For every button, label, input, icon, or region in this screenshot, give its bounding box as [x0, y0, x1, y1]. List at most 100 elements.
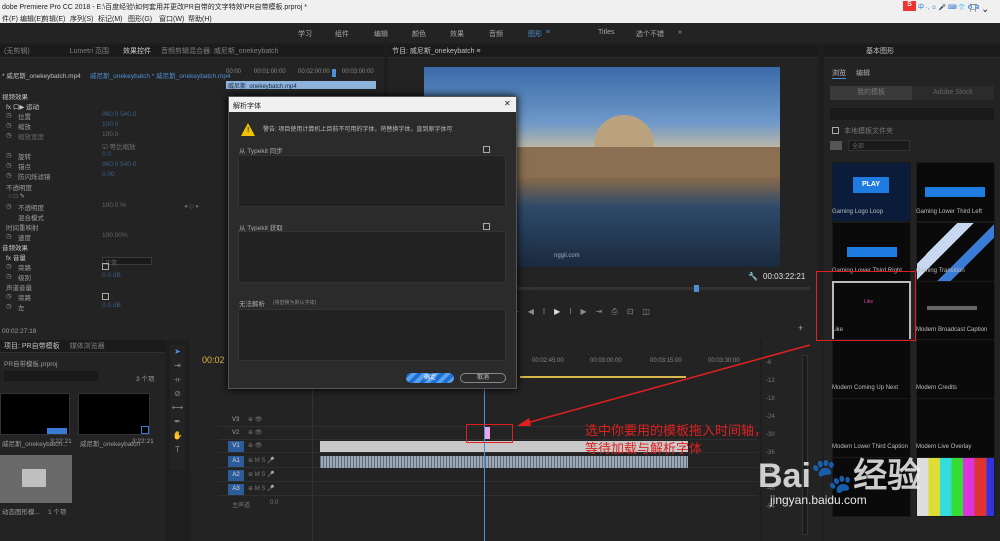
ws-audio[interactable]: 音频 [489, 29, 503, 39]
typekit-get-list[interactable] [238, 231, 506, 283]
template-search-input[interactable] [830, 108, 994, 120]
cancel-button[interactable]: 取消 [460, 373, 506, 383]
ec-rotation-value[interactable]: 0.0 [102, 151, 111, 161]
tab-audio-mixer[interactable]: 音频剪辑混合器: 威尼斯_onekeybatch [161, 46, 278, 56]
tab-edit[interactable]: 编辑 [856, 68, 870, 78]
ws-learn[interactable]: 学习 [298, 29, 312, 39]
template-name: Gaming Transition [916, 268, 965, 274]
ec-stopwatch-icon[interactable]: ◷ [6, 262, 12, 272]
ec-speed-value[interactable]: 100.00% [102, 232, 128, 242]
project-search-input[interactable] [4, 371, 98, 381]
ec-opacity-group[interactable]: 不透明度 [6, 182, 32, 192]
ws-graphics-menu-icon[interactable]: ≡ [546, 29, 550, 36]
project-clip-thumb[interactable] [0, 393, 70, 435]
razor-tool-icon[interactable]: ⊘ [170, 387, 185, 401]
ec-stopwatch-icon[interactable]: ◷ [6, 111, 12, 121]
ec-bypass-checkbox[interactable] [102, 263, 109, 270]
ec-uniform-scale[interactable]: ☑ 等比缩放 [102, 141, 136, 151]
ws-custom[interactable]: 选个不错 [636, 29, 664, 39]
ec-anchor-value[interactable]: 960.0 540.0 [102, 161, 136, 171]
ec-stopwatch-icon[interactable]: ◷ [6, 171, 12, 181]
ec-keyframe-nav[interactable]: ◂ ◇ ▸ [184, 202, 199, 212]
ws-color[interactable]: 颜色 [412, 29, 426, 39]
local-folder-checkbox[interactable] [832, 127, 839, 134]
tab-no-clip[interactable]: (无剪辑) [4, 46, 30, 56]
typekit-sync-checkbox[interactable] [483, 146, 490, 153]
ec-scale-label: 缩放 [18, 124, 31, 131]
typekit-sync-list[interactable] [238, 155, 506, 207]
add-button-icon[interactable]: + [798, 323, 803, 333]
ok-button[interactable]: 确定 [406, 373, 454, 383]
track-lock-eye-icons[interactable]: ⊕ 👁 [248, 429, 262, 436]
tab-program[interactable]: 节目: 威尼斯_onekeybatch ≡ [392, 46, 481, 56]
wrench-icon[interactable]: 🔧 [748, 272, 758, 281]
ec-time-ruler[interactable]: 00:00 00:01:00:00 00:02:00:00 00:03:00:0… [224, 69, 380, 79]
ec-stopwatch-icon[interactable]: ◷ [6, 232, 12, 242]
ec-sequence-name[interactable]: 威尼斯_onekeybatch * 威尼斯_onekeybatch.mp4 [90, 70, 231, 80]
unresolved-list[interactable] [238, 309, 506, 361]
ec-stopwatch-icon[interactable]: ◷ [6, 131, 12, 141]
tab-effect-controls[interactable]: 效果控件 [123, 46, 151, 56]
ripple-edit-tool-icon[interactable]: ⟛ [170, 373, 185, 387]
ec-scale-width-value[interactable]: 100.0 [102, 131, 118, 141]
ec-bypass2-checkbox[interactable] [102, 293, 109, 300]
track-lock-eye-icons[interactable]: ⊕ 👁 [248, 442, 262, 449]
program-playhead[interactable] [694, 285, 699, 292]
track-select-tool-icon[interactable]: ⇥ [170, 359, 185, 373]
pen-tool-icon[interactable]: ✒ [170, 415, 185, 429]
project-bin-thumb[interactable] [0, 455, 72, 503]
ec-playhead[interactable] [332, 69, 336, 77]
tab-browse[interactable]: 浏览 [832, 68, 846, 79]
ws-editing[interactable]: 编辑 [374, 29, 388, 39]
close-icon[interactable]: ✕ [504, 99, 511, 108]
master-track-value[interactable]: 0.0 [270, 500, 278, 506]
ws-graphics[interactable]: 图形 [528, 29, 542, 39]
ec-stopwatch-icon[interactable]: ◷ [6, 161, 12, 171]
ec-stopwatch-icon[interactable]: ◷ [6, 292, 12, 302]
dialog-titlebar: 解析字体 ✕ [229, 97, 516, 112]
ec-stopwatch-icon[interactable]: ◷ [6, 272, 12, 282]
ec-antiflicker-value[interactable]: 0.00 [102, 171, 115, 181]
transport-controls[interactable]: ⇤◀I▶I▶⇥⎙⊡◫ [512, 307, 659, 317]
ime-badge[interactable]: S [903, 1, 916, 11]
ws-more-icon[interactable]: » [678, 29, 682, 36]
ec-stopwatch-icon[interactable]: ◷ [6, 202, 12, 212]
tab-project[interactable]: 项目: PR自带模板 [4, 341, 60, 351]
tab-essential-graphics[interactable]: 基本图形 [866, 46, 894, 56]
tab-media-browser[interactable]: 媒体浏览器 [70, 341, 105, 351]
track-lock-eye-icons[interactable]: ⊕ 👁 [248, 416, 262, 423]
project-sequence-thumb[interactable] [78, 393, 150, 435]
tab-lumetri-scopes[interactable]: Lumetri 范围 [70, 46, 109, 56]
ec-channel-volume[interactable]: 声道音量 [6, 282, 32, 292]
unresolved-label: 无法解析 [239, 301, 265, 308]
ec-blend-dropdown[interactable]: 正常 [102, 257, 152, 267]
ec-motion[interactable]: fx 口▶ 运动 [6, 101, 39, 111]
ec-scale-value[interactable]: 100.0 [102, 121, 118, 131]
track-mute-solo-icons[interactable]: ⊕ M S 🎤 [248, 471, 275, 478]
adobe-stock-button[interactable]: Adobe Stock [912, 86, 994, 100]
typekit-get-checkbox[interactable] [483, 223, 490, 230]
ec-mask-tools[interactable]: ○ □ ✎ [8, 192, 25, 202]
type-tool-icon[interactable]: T [170, 443, 185, 457]
ec-stopwatch-icon[interactable]: ◷ [6, 302, 12, 312]
lower-third-graphic [925, 187, 985, 197]
track-mute-solo-icons[interactable]: ⊕ M S 🎤 [248, 457, 275, 464]
slip-tool-icon[interactable]: ⟷ [170, 401, 185, 415]
folder-dropdown[interactable]: 全部 [848, 140, 910, 151]
hand-tool-icon[interactable]: ✋ [170, 429, 185, 443]
ec-opacity-value[interactable]: 100.0 % [102, 202, 126, 212]
selection-tool-icon[interactable]: ➤ [170, 345, 185, 359]
ws-effects[interactable]: 效果 [450, 29, 464, 39]
ec-stopwatch-icon[interactable]: ◷ [6, 151, 12, 161]
ec-volume[interactable]: fx 音量 [6, 252, 26, 262]
ec-level-value[interactable]: 0.0 dB [102, 272, 121, 282]
ec-position-value[interactable]: 960.0 540.0 [102, 111, 136, 121]
my-templates-button[interactable]: 我的模板 [830, 86, 912, 100]
track-mute-solo-icons[interactable]: ⊕ M S 🎤 [248, 485, 275, 492]
ws-titles[interactable]: Titles [598, 29, 614, 36]
ec-left-value[interactable]: 0.0 dB [102, 302, 121, 312]
ws-assembly[interactable]: 组件 [335, 29, 349, 39]
ec-stopwatch-icon[interactable]: ◷ [6, 121, 12, 131]
ec-time-remap[interactable]: 时间重映射 [6, 222, 39, 232]
audio-clip-a1[interactable] [320, 456, 688, 468]
